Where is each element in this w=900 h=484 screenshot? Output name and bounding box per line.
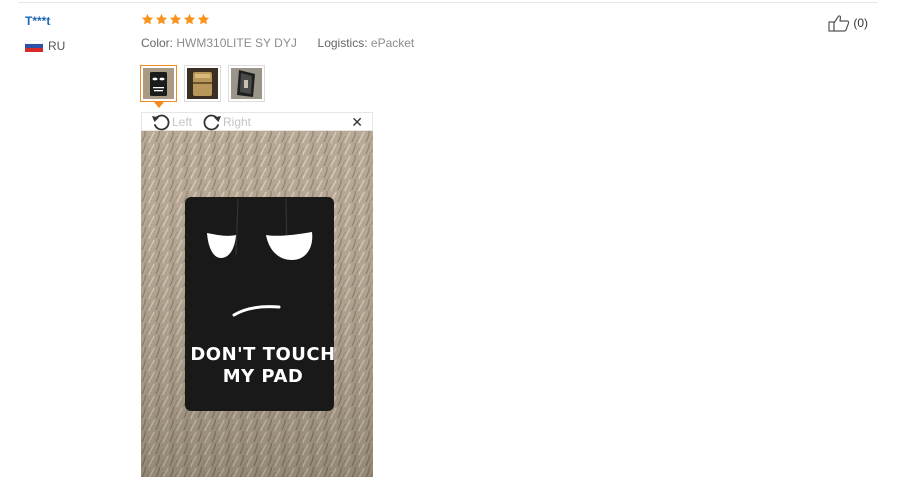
review-photo-thumbnail — [231, 68, 262, 99]
rotate-left-icon — [152, 114, 170, 131]
russia-flag-icon — [25, 40, 43, 52]
top-divider — [18, 2, 878, 3]
logistics-label: Logistics: — [317, 36, 368, 50]
photo-caption-line1: DON'T TOUCH — [190, 344, 335, 365]
review-photo[interactable]: DON'T TOUCH MY PAD — [141, 131, 373, 477]
star-icon — [197, 13, 210, 25]
logistics-value: ePacket — [370, 36, 415, 50]
helpful-button[interactable]: (0) — [828, 14, 868, 32]
reviewer-name[interactable]: T***t — [25, 14, 50, 28]
star-icon — [169, 13, 182, 25]
thumbnail-1[interactable] — [140, 65, 177, 108]
review-thumbnails — [140, 65, 265, 108]
rotate-right-icon — [203, 114, 221, 131]
color-value: HWM310LITE SY DYJ — [176, 36, 297, 50]
review-photo-thumbnail — [143, 68, 174, 99]
rotate-right-button[interactable]: Right — [202, 113, 251, 131]
star-icon — [183, 13, 196, 25]
order-info: Color: HWM310LITE SY DYJ Logistics: ePac… — [141, 36, 414, 50]
photo-caption-line2: MY PAD — [223, 366, 304, 387]
photo-viewer-toolbar: Left Right ✕ — [141, 112, 373, 131]
helpful-count: (0) — [853, 16, 868, 30]
photo-viewer: Left Right ✕ DON'T TOUCH MY PAD — [141, 112, 373, 477]
star-icon — [155, 13, 168, 25]
close-icon[interactable]: ✕ — [351, 115, 363, 129]
tablet-case: DON'T TOUCH MY PAD — [185, 197, 335, 411]
reviewer-country: RU — [25, 39, 65, 53]
star-rating — [141, 13, 210, 26]
rotate-right-label: Right — [223, 115, 252, 129]
rotate-left-button[interactable]: Left — [151, 113, 192, 131]
color-label: Color: — [141, 36, 174, 50]
thumbs-up-icon — [828, 15, 850, 32]
thumbnail-2[interactable] — [184, 65, 221, 102]
country-code: RU — [48, 39, 66, 53]
thumbnail-3[interactable] — [228, 65, 265, 102]
review-photo-thumbnail — [187, 68, 218, 99]
rotate-left-label: Left — [172, 115, 193, 129]
star-icon — [141, 13, 154, 25]
